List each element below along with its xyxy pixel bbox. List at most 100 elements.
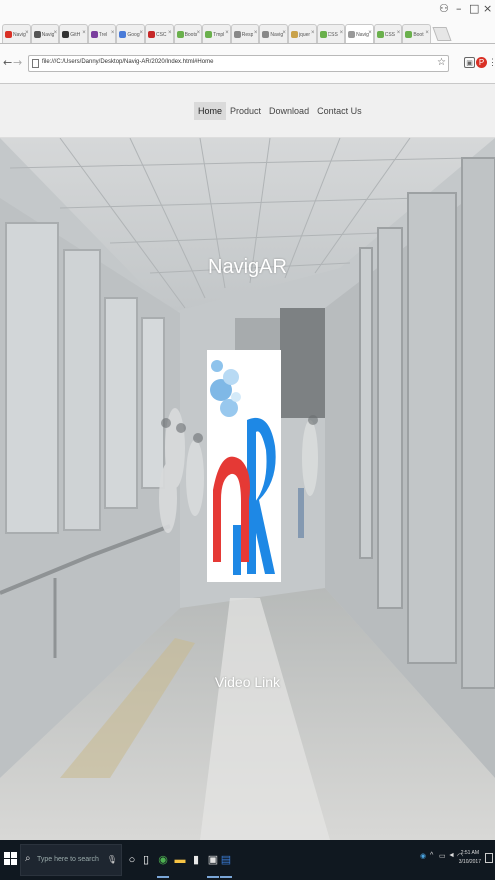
nav-link-contact-us[interactable]: Contact Us bbox=[313, 102, 366, 120]
browser-tab[interactable]: Tmpl × bbox=[202, 24, 231, 43]
tab-favicon-icon bbox=[147, 31, 155, 38]
clock-time: 2:51 AM bbox=[460, 850, 480, 856]
tab-close-icon[interactable]: × bbox=[25, 30, 29, 36]
tab-label: Navig bbox=[41, 31, 55, 38]
tab-label: CSC bbox=[155, 31, 167, 38]
browser-tab[interactable]: Navig × bbox=[2, 24, 31, 43]
browser-tab[interactable]: Navig × bbox=[259, 24, 288, 43]
site-navbar: Home Product Download Contact Us bbox=[0, 84, 495, 138]
tab-close-icon[interactable]: × bbox=[197, 30, 201, 36]
tab-favicon-icon bbox=[205, 31, 213, 38]
browser-tab[interactable]: Navig × bbox=[30, 24, 60, 43]
file-explorer-icon[interactable]: ▬ bbox=[172, 851, 188, 869]
maximize-button[interactable]: □ bbox=[469, 2, 479, 15]
close-window-button[interactable]: × bbox=[483, 2, 492, 15]
page-viewport: Home Product Download Contact Us NavigAR… bbox=[0, 84, 495, 840]
tab-label: Boot bbox=[413, 31, 424, 38]
network-icon[interactable]: ◉ bbox=[420, 852, 426, 860]
task-view-icon[interactable]: ▯ bbox=[138, 851, 154, 869]
browser-tab[interactable]: Navig × bbox=[345, 24, 374, 43]
tab-label: Navig bbox=[13, 31, 26, 38]
tab-label: Resp bbox=[241, 31, 254, 38]
browser-tab[interactable]: jquer × bbox=[287, 24, 317, 43]
tab-favicon-icon bbox=[176, 31, 184, 38]
tab-favicon-icon bbox=[348, 31, 356, 38]
browser-tab[interactable]: Resp × bbox=[230, 24, 260, 43]
tab-favicon-icon bbox=[290, 31, 298, 38]
battery-icon[interactable]: ▭ bbox=[439, 852, 446, 860]
clock-date: 3/10/2017 bbox=[458, 859, 481, 865]
hero-section: NavigAR Video Link bbox=[0, 138, 495, 840]
address-bar[interactable]: file:///C:/Users/Danny/Desktop/Navig-AR/… bbox=[28, 55, 449, 72]
menu-icon[interactable]: ⋮ bbox=[487, 57, 495, 68]
browser-tab[interactable]: CSC × bbox=[144, 24, 174, 43]
tab-label: GitH bbox=[70, 31, 81, 38]
nav-link-product[interactable]: Product bbox=[226, 102, 265, 120]
browser-tab[interactable]: Goog × bbox=[116, 24, 145, 43]
taskbar-search-box[interactable]: ⌕ Type here to search 🎙 bbox=[20, 844, 122, 876]
tab-label: Trel bbox=[98, 31, 108, 38]
start-button[interactable] bbox=[4, 852, 18, 866]
tab-close-icon[interactable]: × bbox=[311, 30, 315, 36]
tab-label: CSS bbox=[384, 31, 395, 38]
show-hidden-icons[interactable]: ^ bbox=[430, 852, 433, 859]
browser-tab[interactable]: CSS × bbox=[316, 24, 346, 43]
tab-close-icon[interactable]: × bbox=[425, 30, 429, 36]
tab-favicon-icon bbox=[319, 31, 327, 38]
chrome-icon[interactable]: ◉ bbox=[155, 851, 171, 878]
minimize-button[interactable]: – bbox=[456, 2, 462, 15]
user-icon[interactable]: ⚇ bbox=[439, 2, 449, 15]
sticky-notes-icon[interactable]: ▮ bbox=[188, 851, 204, 869]
hero-title: NavigAR bbox=[208, 256, 287, 278]
new-tab-button[interactable] bbox=[432, 27, 452, 41]
clock[interactable]: 2:51 AM 3/10/2017 bbox=[459, 849, 481, 867]
tab-label: Navig bbox=[356, 31, 369, 38]
tab-close-icon[interactable]: × bbox=[139, 30, 143, 36]
tab-favicon-icon bbox=[376, 31, 384, 38]
tab-close-icon[interactable]: × bbox=[111, 30, 115, 36]
tab-label: Tmpl bbox=[213, 31, 225, 38]
browser-tab[interactable]: GitH × bbox=[59, 24, 88, 43]
tab-close-icon[interactable]: × bbox=[225, 30, 229, 36]
page-icon bbox=[32, 59, 39, 68]
window-titlebar: ⚇ – □ × bbox=[0, 0, 495, 22]
pinterest-icon[interactable]: P bbox=[476, 57, 487, 68]
bookmark-star-icon[interactable]: ☆ bbox=[437, 57, 446, 68]
tab-close-icon[interactable]: × bbox=[368, 30, 372, 36]
tab-close-icon[interactable]: × bbox=[254, 30, 258, 36]
nav-links: Home Product Download Contact Us bbox=[194, 102, 366, 120]
browser-tab[interactable]: CSS × bbox=[373, 24, 403, 43]
visual-studio-icon[interactable]: ▤ bbox=[218, 851, 234, 878]
tab-favicon-icon bbox=[62, 31, 70, 38]
url-text[interactable]: file:///C:/Users/Danny/Desktop/Navig-AR/… bbox=[42, 59, 213, 65]
taskbar-search-placeholder: Type here to search bbox=[37, 856, 99, 863]
nav-link-download[interactable]: Download bbox=[265, 102, 313, 120]
tab-close-icon[interactable]: × bbox=[54, 30, 58, 36]
tab-label: Navig bbox=[270, 31, 284, 38]
volume-icon[interactable]: ◄ bbox=[448, 852, 455, 859]
tab-close-icon[interactable]: × bbox=[397, 30, 401, 36]
video-link[interactable]: Video Link bbox=[0, 674, 495, 690]
tab-label: CSS bbox=[327, 31, 338, 38]
browser-tab[interactable]: Trel × bbox=[87, 24, 117, 43]
tab-label: Goog bbox=[127, 31, 140, 38]
tab-label: Boots bbox=[184, 31, 198, 38]
extension-icon[interactable]: ▣ bbox=[464, 57, 475, 68]
windows-taskbar: ⌕ Type here to search 🎙 ○ ▯ ◉ ▬ ▮ ▣ ▤ ◉ … bbox=[0, 840, 495, 880]
back-button[interactable]: ← bbox=[3, 56, 12, 69]
tab-close-icon[interactable]: × bbox=[82, 30, 86, 36]
action-center-icon[interactable] bbox=[485, 853, 493, 863]
microphone-icon[interactable]: 🎙 bbox=[107, 855, 117, 864]
tab-favicon-icon bbox=[262, 31, 270, 38]
tab-close-icon[interactable]: × bbox=[340, 30, 344, 36]
tab-label: jquer bbox=[298, 31, 311, 38]
tab-favicon-icon bbox=[233, 31, 241, 38]
browser-tab[interactable]: Boot × bbox=[402, 24, 431, 43]
tab-close-icon[interactable]: × bbox=[282, 30, 286, 36]
tab-favicon-icon bbox=[405, 31, 413, 38]
browser-tab[interactable]: Boots × bbox=[173, 24, 203, 43]
tab-close-icon[interactable]: × bbox=[168, 30, 172, 36]
tab-favicon-icon bbox=[90, 31, 98, 38]
nav-link-home[interactable]: Home bbox=[194, 102, 227, 120]
forward-button[interactable]: → bbox=[13, 56, 22, 69]
